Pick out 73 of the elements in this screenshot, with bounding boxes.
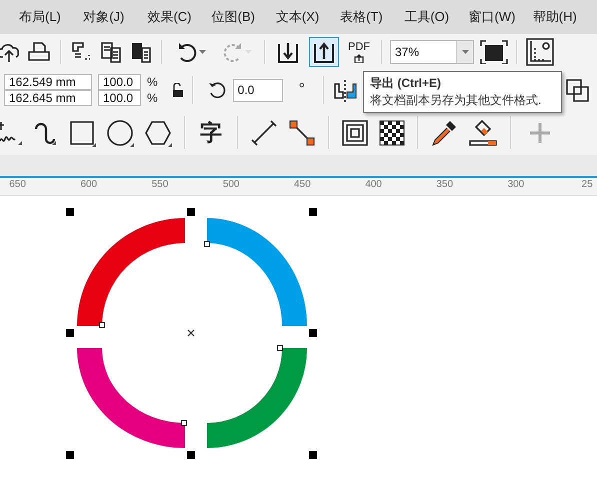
menu-item[interactable]: 文本(X)	[276, 8, 340, 26]
text-tool[interactable]: 字	[197, 118, 225, 148]
arrow-down-icon	[276, 40, 300, 64]
fullscreen-icon[interactable]	[480, 40, 508, 64]
export-button[interactable]	[309, 37, 339, 67]
pdf-button[interactable]: PDF	[345, 42, 373, 62]
scale-field[interactable]: 100.0	[98, 90, 141, 106]
selection-handle[interactable]	[66, 208, 74, 216]
percent-unit: %	[147, 74, 158, 90]
menu-item[interactable]: 帮助(H)	[532, 8, 597, 26]
hexagon-icon[interactable]	[144, 118, 172, 146]
ruler-label: 300	[506, 178, 526, 192]
ruler-label: 650	[8, 178, 27, 192]
selection-handle[interactable]	[66, 329, 74, 337]
dimension-line-icon[interactable]	[250, 118, 278, 146]
ruler-label: 350	[435, 178, 454, 192]
node-handle[interactable]	[277, 345, 283, 351]
menu-item[interactable]: 对象(J)	[83, 8, 148, 26]
eyedropper-icon[interactable]	[430, 118, 458, 146]
arc-segment[interactable]	[207, 348, 307, 448]
menu-item[interactable]: 表格(T)	[340, 8, 404, 26]
rectangle-icon[interactable]	[68, 118, 96, 146]
tooltip-text: 将文档副本另存为其他文件格式.	[370, 92, 542, 109]
node-handle[interactable]	[181, 420, 187, 426]
selection-handle[interactable]	[309, 208, 317, 216]
clipboard-icon[interactable]	[129, 40, 153, 64]
selection-handle[interactable]	[187, 451, 195, 459]
caret-icon[interactable]	[456, 41, 473, 63]
caret-icon[interactable]	[198, 50, 206, 54]
selection-handle[interactable]	[66, 451, 74, 459]
freehand-icon[interactable]	[0, 120, 22, 144]
documents-icon[interactable]	[99, 40, 123, 64]
node-handle[interactable]	[99, 322, 105, 328]
tooltip-title: 导出 (Ctrl+E)	[370, 75, 442, 92]
overlap-squares-icon[interactable]	[565, 78, 591, 102]
mirror-icon[interactable]	[332, 78, 358, 102]
ruler-label: 550	[150, 178, 170, 192]
size-field[interactable]: 162.645 mm	[4, 90, 92, 106]
fill-icon[interactable]	[468, 118, 498, 146]
selection-handle[interactable]	[187, 208, 195, 216]
ellipse-icon[interactable]	[106, 118, 134, 146]
arrow-up-icon	[312, 40, 336, 64]
scale-field[interactable]: 100.0	[98, 74, 141, 90]
center-mark-icon	[187, 329, 195, 337]
export-page-icon	[354, 52, 364, 62]
selection-handle[interactable]	[309, 451, 317, 459]
ruler-icon[interactable]	[525, 37, 555, 67]
menu-item[interactable]: 工具(O)	[404, 8, 469, 26]
menu-item[interactable]: 布局(L)	[19, 8, 84, 26]
node-handle[interactable]	[204, 241, 210, 247]
checkerboard-icon[interactable]	[379, 120, 405, 146]
contour-icon[interactable]	[341, 118, 369, 146]
curve-icon[interactable]	[32, 120, 58, 144]
ruler-label: 25	[580, 178, 594, 192]
connector-icon[interactable]	[288, 118, 316, 146]
arc-segment[interactable]	[77, 348, 185, 448]
ruler-label: 400	[364, 178, 383, 192]
arc-segment[interactable]	[77, 218, 185, 326]
selection-handle[interactable]	[309, 329, 317, 337]
menu-item[interactable]: 窗口(W)	[468, 8, 533, 26]
rotation-field[interactable]: 0.0	[232, 78, 283, 102]
ruler-label: 500	[222, 178, 240, 192]
rotate-icon[interactable]	[206, 80, 227, 100]
size-field[interactable]: 162.549 mm	[4, 74, 92, 90]
lock-icon[interactable]	[172, 83, 184, 97]
degree-unit: °	[298, 81, 306, 99]
menu-item[interactable]: 位图(B)	[212, 8, 276, 26]
printer-icon[interactable]	[26, 40, 52, 64]
ruler-label: 450	[293, 178, 312, 192]
menu-item[interactable]: 效果(C)	[147, 8, 212, 26]
percent-unit: %	[147, 90, 158, 106]
ruler-label: 600	[79, 178, 98, 192]
zoom-dropdown[interactable]: 37%	[390, 40, 474, 64]
